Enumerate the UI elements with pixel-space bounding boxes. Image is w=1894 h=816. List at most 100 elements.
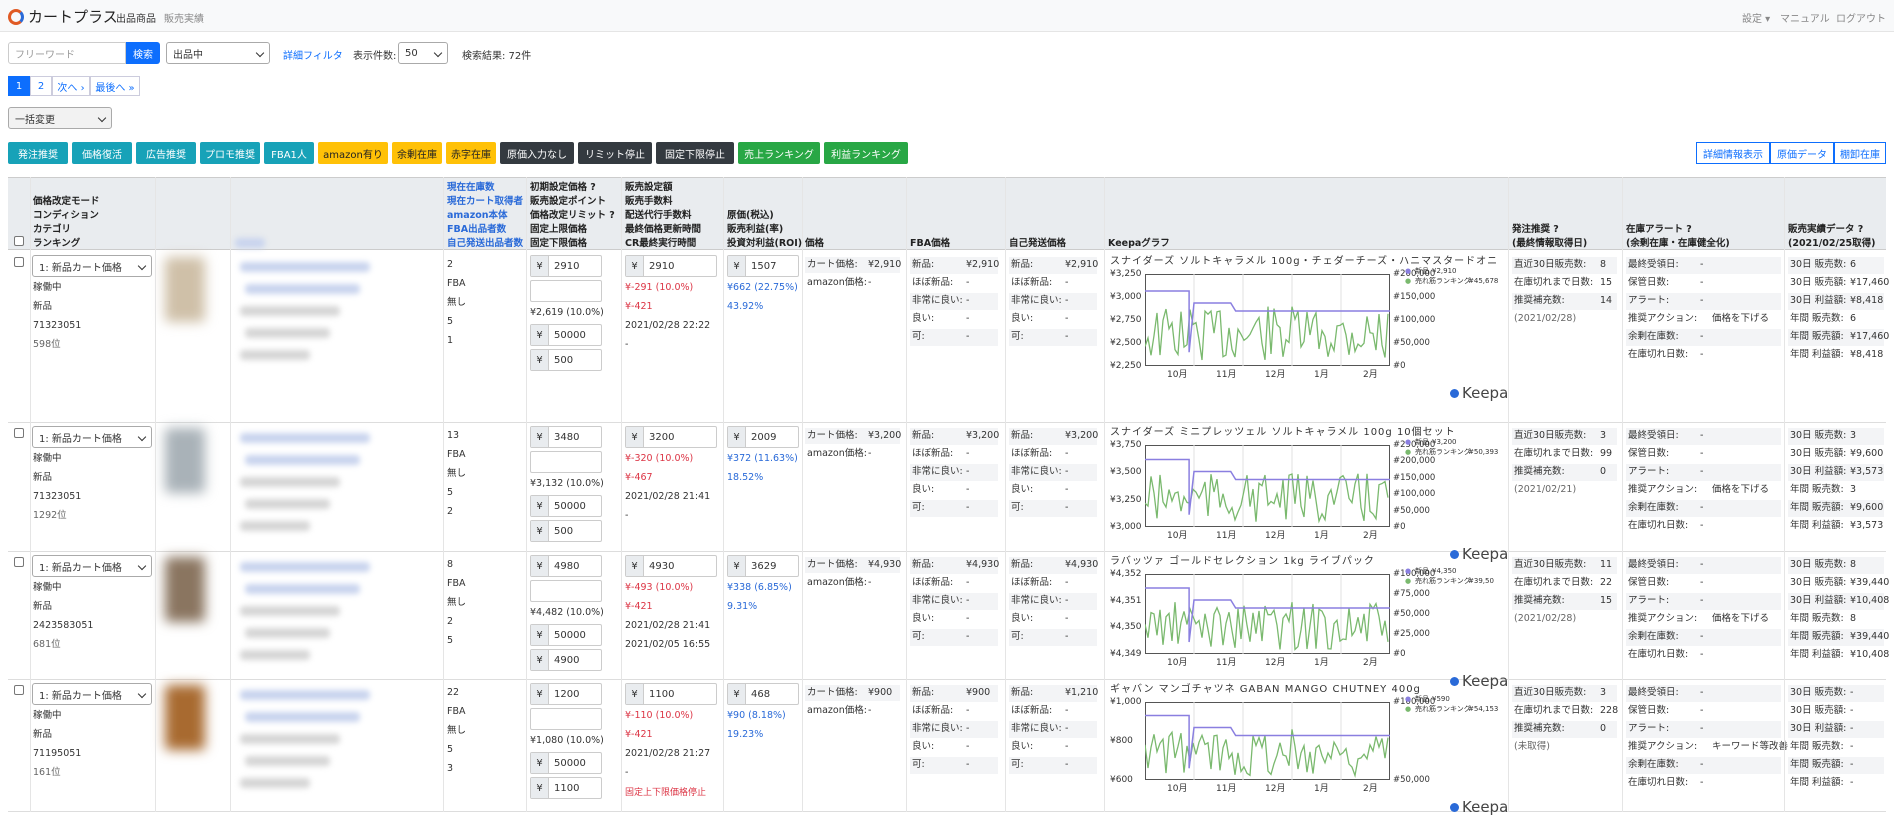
sales-value-4: ¥17,460 (1850, 331, 1890, 342)
keepa-right-tick-4: #50,000 (1393, 505, 1430, 516)
page-last[interactable]: 最後へ » (90, 76, 140, 96)
keepa-x-tick-3: 1月 (1314, 658, 1329, 668)
action-button-6[interactable]: 余剰在庫 (392, 142, 442, 164)
order-label-0: 直近30日販売数: (1514, 559, 1587, 570)
cost-input[interactable]: ¥2009 (727, 426, 799, 448)
nav-manual[interactable]: マニュアル (1780, 10, 1830, 25)
nav-settings[interactable]: 設定 ▾ (1742, 10, 1770, 25)
order-value-2: 14 (1600, 295, 1613, 306)
upper-price-input[interactable]: ¥50000 (530, 495, 602, 517)
upper-price-input[interactable]: ¥50000 (530, 752, 602, 774)
points-input[interactable] (530, 708, 602, 730)
column-divider (155, 177, 156, 812)
nav-link-listings[interactable]: 出品商品 (116, 10, 156, 25)
initial-price-input[interactable]: ¥1200 (530, 683, 602, 705)
search-input[interactable]: フリーワード (8, 42, 126, 64)
count-select[interactable]: 50 (398, 42, 448, 64)
action-button-0[interactable]: 発注推奨 (8, 142, 68, 164)
fba-cond-value-4: - (966, 331, 970, 342)
points-input[interactable] (530, 580, 602, 602)
bulk-change-select[interactable]: 一括変更 (8, 107, 112, 129)
row-checkbox[interactable] (14, 257, 24, 267)
action-button-4[interactable]: FBA1人 (264, 142, 314, 164)
lower-price-input[interactable]: ¥500 (530, 349, 602, 371)
sales-value-4: ¥39,440 (1850, 631, 1890, 642)
action-button-11[interactable]: 売上ランキング (738, 142, 820, 164)
points-input[interactable] (530, 280, 602, 302)
action-button-12[interactable]: 利益ランキング (824, 142, 908, 164)
row-mode-select[interactable]: 1: 新品カート価格 (32, 426, 152, 448)
status-select[interactable]: 出品中 (166, 42, 270, 64)
self-cond-value-4: - (1065, 631, 1069, 642)
action-button-7[interactable]: 赤字在庫 (446, 142, 496, 164)
row-checkbox[interactable] (14, 557, 24, 567)
action-button-10[interactable]: 固定下限停止 (656, 142, 734, 164)
keepa-left-tick-0: ¥4,352 (1110, 569, 1142, 579)
sale-price-input[interactable]: ¥2910 (625, 255, 717, 277)
sales-label-4: 年間 販売額: (1790, 331, 1844, 342)
initial-price-input[interactable]: ¥3480 (530, 426, 602, 448)
cost-input[interactable]: ¥468 (727, 683, 799, 705)
page-1[interactable]: 1 (8, 76, 30, 96)
points-input[interactable] (530, 451, 602, 473)
select-all-checkbox[interactable] (14, 236, 24, 246)
alert-label-5: 在庫切れ日数: (1628, 520, 1689, 531)
row-checkbox[interactable] (14, 685, 24, 695)
page-2[interactable]: 2 (30, 76, 52, 96)
keepa-right-tick-3: #50,000 (1393, 338, 1430, 348)
row-checkbox[interactable] (14, 428, 24, 438)
action-button-9[interactable]: リミット停止 (578, 142, 652, 164)
sale-price-input[interactable]: ¥3200 (625, 426, 717, 448)
keepa-logo[interactable]: Keepa (1450, 384, 1508, 402)
self-cond-value-3: - (1065, 484, 1069, 495)
upper-price-input[interactable]: ¥50000 (530, 624, 602, 646)
input-value: 2910 (554, 260, 580, 272)
keepa-x-tick-0: 10月 (1167, 531, 1188, 541)
row-mode-select[interactable]: 1: 新品カート価格 (32, 255, 152, 277)
keepa-right-tick-5: #0 (1393, 522, 1406, 532)
search-button[interactable]: 検索 (126, 42, 160, 64)
row-rank: 161位 (33, 767, 61, 778)
inventory-button[interactable]: 棚卸在庫 (1834, 142, 1886, 164)
row-mode-select[interactable]: 1: 新品カート価格 (32, 683, 152, 705)
sales-value-3: - (1850, 741, 1854, 752)
keepa-logo[interactable]: Keepa (1450, 798, 1508, 816)
cost-data-button[interactable]: 原価データ (1770, 142, 1834, 164)
initial-price-input[interactable]: ¥4980 (530, 555, 602, 577)
brand[interactable]: カートプラス (8, 6, 118, 27)
row-rank: 681位 (33, 639, 61, 650)
sales-label-1: 30日 販売額: (1790, 277, 1847, 288)
sale-price-input[interactable]: ¥1100 (625, 683, 717, 705)
sales-value-5: ¥10,408 (1850, 649, 1890, 660)
page-next[interactable]: 次へ › (52, 76, 90, 96)
detail-info-button[interactable]: 詳細情報表示 (1696, 142, 1770, 164)
action-button-2[interactable]: 広告推奨 (136, 142, 196, 164)
sales-value-2: ¥8,418 (1850, 295, 1884, 306)
nav-logout[interactable]: ログアウト (1836, 10, 1886, 25)
keepa-legend-rank-label: 売れ筋ランキング (1415, 577, 1471, 585)
alert-label-5: 在庫切れ日数: (1628, 649, 1689, 660)
sale-price-input[interactable]: ¥4930 (625, 555, 717, 577)
keepa-legend-new-dot: ● (1405, 695, 1412, 703)
row-mode-select[interactable]: 1: 新品カート価格 (32, 555, 152, 577)
action-button-8[interactable]: 原価入力なし (500, 142, 574, 164)
keepa-right-tick-4: #0 (1393, 361, 1406, 371)
lower-price-input[interactable]: ¥1100 (530, 777, 602, 799)
fba-cond-value-1: - (966, 577, 970, 588)
upper-price-input[interactable]: ¥50000 (530, 324, 602, 346)
action-button-5[interactable]: amazon有り (318, 142, 388, 164)
nav-link-sales[interactable]: 販売実績 (164, 10, 204, 25)
cost-input[interactable]: ¥1507 (727, 255, 799, 277)
order-value-2: 0 (1600, 723, 1607, 734)
header-order: 発注推奨 ? (最終情報取得日) (1512, 224, 1588, 249)
alert-label-1: 保管日数: (1628, 577, 1670, 588)
fba-cond-label-0: 新品: (912, 687, 935, 698)
detail-filter-link[interactable]: 詳細フィルタ (283, 47, 343, 62)
initial-price-input[interactable]: ¥2910 (530, 255, 602, 277)
action-button-1[interactable]: 価格復活 (72, 142, 132, 164)
cost-input[interactable]: ¥3629 (727, 555, 799, 577)
fba-cond-value-0: ¥4,930 (966, 559, 1000, 570)
lower-price-input[interactable]: ¥500 (530, 520, 602, 542)
action-button-3[interactable]: プロモ推奨 (200, 142, 260, 164)
lower-price-input[interactable]: ¥4900 (530, 649, 602, 671)
